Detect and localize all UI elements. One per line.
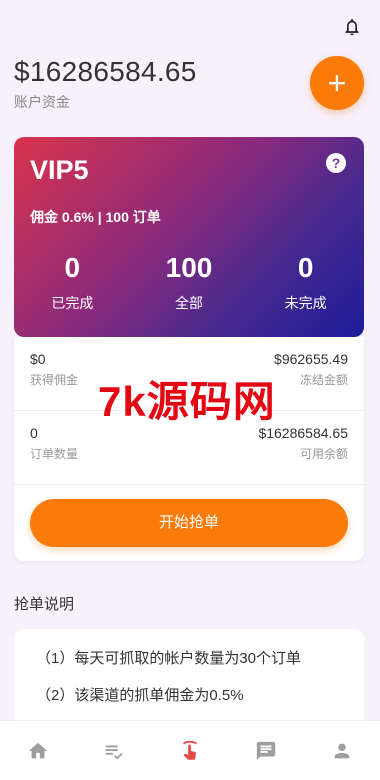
account-balance: $16286584.65 <box>14 56 197 87</box>
vip-commission: 佣金 0.6% | 100 订单 <box>30 209 161 225</box>
order-count: 0 订单数量 <box>30 425 78 462</box>
home-icon <box>28 742 48 758</box>
stat-value: 100 <box>165 252 213 283</box>
vip-stats: 0 已完成 100 全部 0 未完成 <box>14 251 364 313</box>
vip-card: VIP5 ? 佣金 0.6% | 100 订单 0 已完成 100 全部 0 未… <box>14 137 364 337</box>
earned-commission: $0 获得佣金 <box>30 351 78 388</box>
stat-completed: 0 已完成 <box>14 251 131 313</box>
stat-total: 100 全部 <box>131 251 248 313</box>
bell-icon[interactable] <box>342 16 362 38</box>
order-count-label: 订单数量 <box>30 447 79 461</box>
bottom-tab-bar <box>0 720 380 780</box>
stat-pending: 0 未完成 <box>247 251 364 313</box>
tab-profile[interactable] <box>304 721 380 780</box>
profile-icon <box>334 743 350 758</box>
rules-title: 抢单说明 <box>14 596 75 613</box>
messages-icon <box>256 741 276 760</box>
account-balance-label: 账户资金 <box>14 94 70 110</box>
tab-messages[interactable] <box>228 721 304 780</box>
plus-icon: + <box>327 65 347 101</box>
earned-value: $0 <box>30 351 46 367</box>
tab-home[interactable] <box>0 721 76 780</box>
stat-label: 已完成 <box>51 295 94 311</box>
rule-item: （2）该渠道的抓单佣金为0.5% <box>36 687 244 704</box>
start-grab-button[interactable]: 开始抢单 <box>30 499 348 547</box>
stat-label: 全部 <box>175 295 203 311</box>
watermark-text: 7k源码网 <box>98 378 276 425</box>
vip-level: VIP5 <box>30 155 89 185</box>
order-count-value: 0 <box>30 425 38 441</box>
frozen-value: $962655.49 <box>274 351 348 367</box>
earned-label: 获得佣金 <box>30 373 79 387</box>
tab-grab[interactable] <box>152 721 228 780</box>
tab-orders[interactable] <box>76 721 152 780</box>
frozen-label: 冻结金额 <box>299 373 348 387</box>
rule-item: （1）每天可抓取的帐户数量为30个订单 <box>36 650 302 667</box>
grab-icon <box>182 740 198 760</box>
orders-icon <box>105 745 123 760</box>
stat-value: 0 <box>64 252 81 283</box>
available-label: 可用余额 <box>299 447 348 461</box>
stat-value: 0 <box>297 252 314 283</box>
frozen-amount: $962655.49 冻结金额 <box>274 351 348 388</box>
add-funds-button[interactable]: + <box>310 56 364 110</box>
stat-label: 未完成 <box>284 295 327 311</box>
help-icon[interactable]: ? <box>326 153 346 173</box>
available-balance: $16286584.65 可用余额 <box>258 425 348 462</box>
